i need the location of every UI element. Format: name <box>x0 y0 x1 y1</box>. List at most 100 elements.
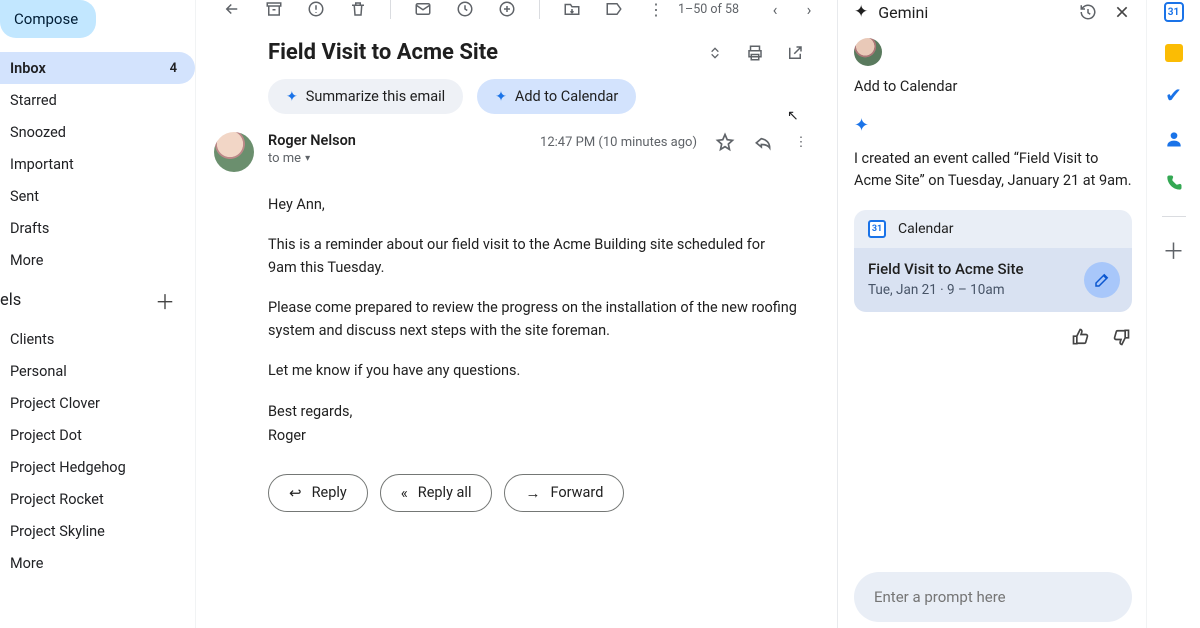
label-project-hedgehog-text: Project Hedgehog <box>10 459 126 476</box>
labels-icon[interactable] <box>604 0 624 19</box>
body-p1: Hey Ann, <box>268 194 797 216</box>
more-icon[interactable]: ⋮ <box>646 0 666 19</box>
back-icon[interactable] <box>222 0 242 19</box>
rail-voice-icon[interactable] <box>1163 172 1185 194</box>
star-icon[interactable] <box>715 132 735 152</box>
expand-collapse-icon[interactable] <box>705 43 725 63</box>
calendar-edit-button[interactable] <box>1084 262 1120 298</box>
rail-divider <box>1162 216 1186 217</box>
labels-header-text: els <box>0 291 21 310</box>
nav-snoozed-label: Snoozed <box>10 124 66 141</box>
delete-icon[interactable] <box>348 0 368 19</box>
open-new-window-icon[interactable] <box>785 43 805 63</box>
nav-inbox-count: 4 <box>170 61 177 76</box>
add-to-calendar-chip-label: Add to Calendar <box>515 88 618 105</box>
label-project-rocket[interactable]: Project Rocket <box>0 483 195 515</box>
nav-starred[interactable]: Starred <box>0 84 195 116</box>
rail-contacts-icon[interactable] <box>1163 128 1185 150</box>
label-personal[interactable]: Personal <box>0 355 195 387</box>
add-task-icon[interactable] <box>497 0 517 19</box>
labels-header: els ＋ <box>0 276 195 323</box>
recipient-dropdown-icon[interactable]: ▾ <box>305 153 310 164</box>
nav-list: Inbox 4 Starred Snoozed Important Sent D… <box>0 52 195 276</box>
gemini-response-text: I created an event called “Field Visit t… <box>854 148 1132 192</box>
add-label-icon[interactable]: ＋ <box>155 286 181 315</box>
nav-snoozed[interactable]: Snoozed <box>0 116 195 148</box>
nav-important-label: Important <box>10 156 74 173</box>
compose-button[interactable]: Compose <box>0 0 96 38</box>
label-project-dot-text: Project Dot <box>10 427 82 444</box>
calendar-event-time: Tue, Jan 21 · 9 – 10am <box>868 282 1118 298</box>
label-project-dot[interactable]: Project Dot <box>0 419 195 451</box>
reply-icon[interactable] <box>753 132 773 152</box>
sender-avatar[interactable] <box>214 132 254 172</box>
label-project-hedgehog[interactable]: Project Hedgehog <box>0 451 195 483</box>
gemini-panel: ✦ Gemini Add to Calendar ✦ I created an … <box>837 0 1146 628</box>
summarize-chip[interactable]: ✦ Summarize this email <box>268 79 463 114</box>
prev-page-icon[interactable]: ‹ <box>765 0 785 19</box>
nav-sent[interactable]: Sent <box>0 180 195 212</box>
calendar-event-title: Field Visit to Acme Site <box>868 260 1118 278</box>
gemini-title: Gemini <box>878 3 928 22</box>
nav-important[interactable]: Important <box>0 148 195 180</box>
snooze-icon[interactable] <box>455 0 475 19</box>
gemini-sparkle-icon: ✦ <box>854 2 868 22</box>
recipient-line[interactable]: to me ▾ <box>268 151 526 166</box>
calendar-card: 31 Calendar Field Visit to Acme Site Tue… <box>854 210 1132 312</box>
label-more-text: More <box>10 555 43 572</box>
gemini-history-icon[interactable] <box>1078 2 1098 22</box>
rail-addons-icon[interactable]: ＋ <box>1163 239 1185 261</box>
rail-tasks-icon[interactable]: ✔ <box>1163 84 1185 106</box>
gemini-response-icon: ✦ <box>854 115 1132 136</box>
add-to-calendar-chip[interactable]: ✦ Add to Calendar <box>477 79 636 114</box>
label-personal-text: Personal <box>10 363 67 380</box>
nav-drafts[interactable]: Drafts <box>0 212 195 244</box>
message-timestamp: 12:47 PM (10 minutes ago) <box>540 135 697 150</box>
archive-icon[interactable] <box>264 0 284 19</box>
forward-label: Forward <box>550 484 603 501</box>
label-more[interactable]: More <box>0 547 195 579</box>
label-clients-text: Clients <box>10 331 54 348</box>
gemini-prompt-input[interactable] <box>854 572 1132 622</box>
label-project-rocket-text: Project Rocket <box>10 491 104 508</box>
move-icon[interactable] <box>562 0 582 19</box>
label-project-clover[interactable]: Project Clover <box>0 387 195 419</box>
rail-calendar-icon[interactable]: 31 <box>1164 2 1184 22</box>
label-project-skyline[interactable]: Project Skyline <box>0 515 195 547</box>
gemini-close-icon[interactable] <box>1112 2 1132 22</box>
thumbs-up-icon[interactable] <box>1070 326 1092 348</box>
nav-sent-label: Sent <box>10 188 39 205</box>
forward-arrow-icon: → <box>525 484 540 502</box>
label-clients[interactable]: Clients <box>0 323 195 355</box>
nav-more-label: More <box>10 252 43 269</box>
mark-unread-icon[interactable] <box>413 0 433 19</box>
forward-button[interactable]: → Forward <box>504 474 624 512</box>
left-sidebar: Compose Inbox 4 Starred Snoozed Importan… <box>0 0 195 628</box>
body-p6: Roger <box>268 425 797 447</box>
pagination-range: 1–50 of 58 <box>678 2 739 17</box>
thumbs-down-icon[interactable] <box>1110 326 1132 348</box>
body-p2: This is a reminder about our field visit… <box>268 234 797 279</box>
email-subject: Field Visit to Acme Site <box>268 40 498 65</box>
calendar-label: Calendar <box>898 221 954 237</box>
labels-list: Clients Personal Project Clover Project … <box>0 323 195 579</box>
reply-button[interactable]: ↩ Reply <box>268 474 368 512</box>
rail-keep-icon[interactable] <box>1165 44 1183 62</box>
calendar-mini-icon: 31 <box>868 220 886 238</box>
reply-all-button[interactable]: « Reply all <box>380 474 493 512</box>
body-p5: Best regards, <box>268 401 797 423</box>
reply-all-label: Reply all <box>418 484 472 501</box>
spam-icon[interactable] <box>306 0 326 19</box>
summarize-chip-label: Summarize this email <box>306 88 445 105</box>
nav-more[interactable]: More <box>0 244 195 276</box>
message-more-icon[interactable]: ⋮ <box>791 132 811 152</box>
nav-inbox[interactable]: Inbox 4 <box>0 52 195 84</box>
next-page-icon[interactable]: › <box>799 0 819 19</box>
gemini-title-row: ✦ Gemini <box>854 2 928 22</box>
compose-label: Compose <box>14 10 78 28</box>
sender-name[interactable]: Roger Nelson <box>268 132 526 149</box>
reply-label: Reply <box>312 484 347 501</box>
label-project-clover-text: Project Clover <box>10 395 100 412</box>
email-toolbar: ⋮ 1–50 of 58 ‹ › <box>196 0 837 18</box>
print-icon[interactable] <box>745 43 765 63</box>
